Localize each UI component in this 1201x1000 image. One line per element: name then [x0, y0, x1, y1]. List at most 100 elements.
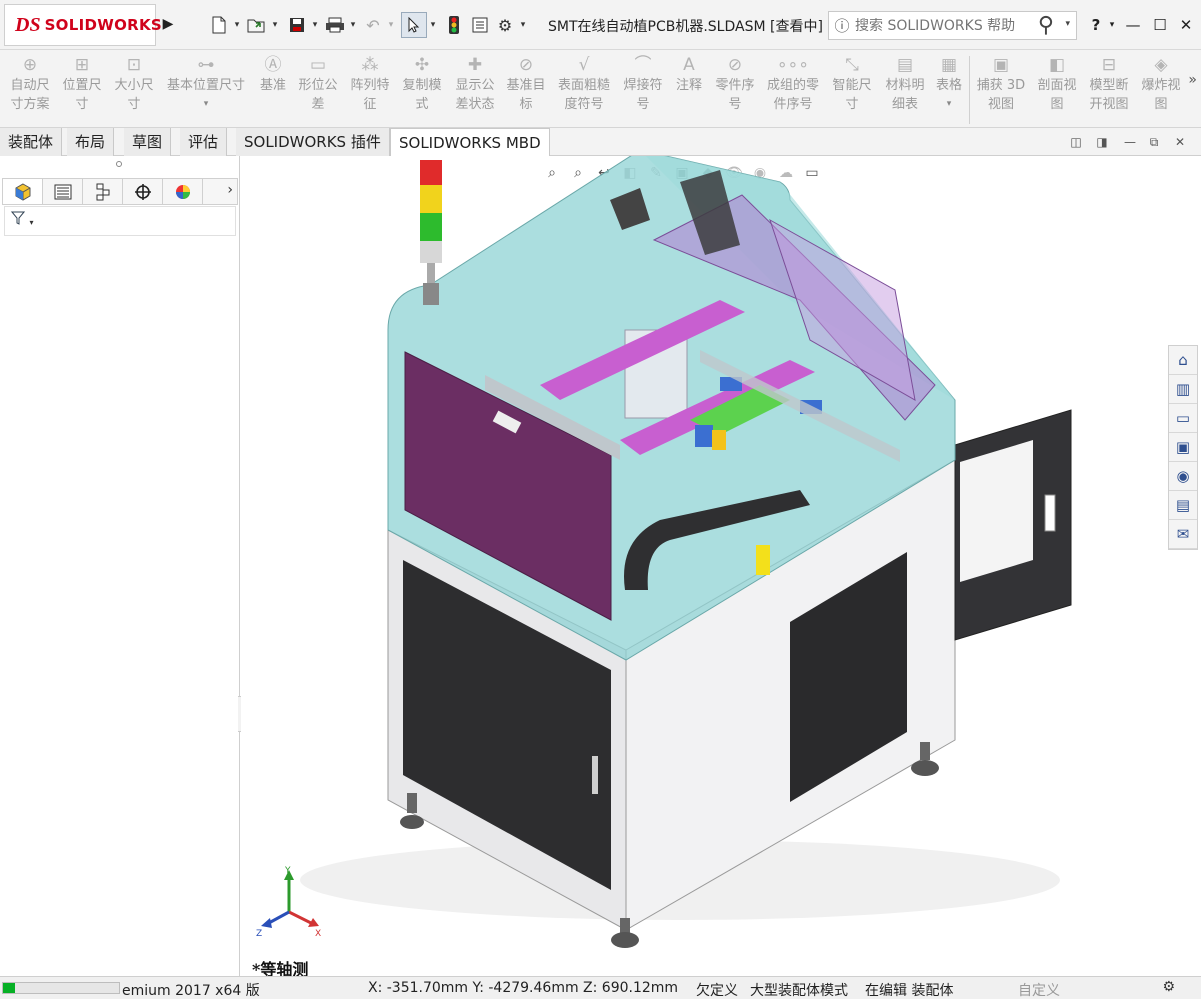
basic-dimension-dropdown-icon[interactable]: ▾: [204, 95, 209, 114]
filter-icon[interactable]: [10, 211, 29, 229]
auto-dimension-scheme-button[interactable]: ⊕ 自动尺 寸方案: [6, 54, 54, 124]
menu-expand-arrow-icon[interactable]: ▶: [160, 12, 176, 36]
tree-filter[interactable]: ▾: [4, 206, 236, 236]
tile-left-icon[interactable]: ◫: [1068, 134, 1084, 150]
display-manager-icon[interactable]: [163, 179, 203, 204]
bill-of-materials-button[interactable]: ▤ 材料明 细表: [880, 54, 930, 124]
doc-minimize-icon[interactable]: —: [1122, 134, 1138, 150]
exploded-view-icon: ◈: [1154, 55, 1168, 75]
triad-y-label: Y: [284, 866, 291, 876]
undo-dropdown-icon[interactable]: ▾: [386, 12, 396, 38]
table-dropdown-icon[interactable]: ▾: [947, 95, 952, 114]
copy-scheme-button[interactable]: ✣ 复制模 式: [398, 54, 446, 124]
options-dropdown-icon[interactable]: ▾: [518, 12, 528, 38]
section-view-button[interactable]: ◧ 剖面视 图: [1032, 54, 1082, 124]
save-icon[interactable]: [284, 12, 310, 38]
close-button[interactable]: ✕: [1174, 12, 1198, 38]
options-gear-icon[interactable]: ⚙: [492, 12, 518, 38]
cursor-coordinates: X: -351.70mm Y: -4279.46mm Z: 690.12mm: [368, 980, 679, 996]
datum-button[interactable]: Ⓐ 基准: [254, 54, 292, 124]
view-palette-icon[interactable]: ▣: [1169, 433, 1197, 462]
exploded-view-button[interactable]: ◈ 爆炸视 图: [1136, 54, 1186, 124]
doc-close-icon[interactable]: ✕: [1172, 134, 1188, 150]
progress-fill: [3, 983, 15, 993]
size-dimension-button[interactable]: ⊡ 大小尺 寸: [110, 54, 158, 124]
tab-evaluate[interactable]: 评估: [180, 128, 228, 156]
smart-dimension-button[interactable]: ⤡ 智能尺 寸: [828, 54, 876, 124]
design-library-icon[interactable]: ▥: [1169, 375, 1197, 404]
file-explorer-icon[interactable]: ▭: [1169, 404, 1197, 433]
tolerance-status-icon: ✚: [467, 55, 483, 75]
select-arrow-icon[interactable]: [401, 12, 427, 38]
tab-layout[interactable]: 布局: [67, 128, 115, 156]
graphics-viewport[interactable]: ⌕ ⌕ ↩ ◧ ✎ ▣ ◆ 👁 ◉ ☁ ▭: [241, 156, 1201, 976]
save-dropdown-icon[interactable]: ▾: [310, 12, 320, 38]
help-search-box[interactable]: ⓘ ⚲ ▾: [828, 11, 1077, 40]
ribbon-more-icon[interactable]: »: [1188, 72, 1197, 88]
bill-of-materials-icon: ▤: [896, 55, 914, 75]
manager-tabs-more-icon[interactable]: ›: [227, 182, 233, 198]
pattern-feature-button[interactable]: ⁂ 阵列特 征: [346, 54, 394, 124]
ribbon-separator: [969, 56, 970, 124]
file-properties-icon[interactable]: [467, 12, 493, 38]
minimize-button[interactable]: —: [1121, 12, 1145, 38]
search-dropdown-icon[interactable]: ▾: [1065, 19, 1070, 29]
home-icon[interactable]: ⌂: [1169, 346, 1197, 375]
undo-icon[interactable]: ↶: [360, 12, 386, 38]
basic-dimension-icon: ⊶: [197, 55, 215, 75]
definition-status: 欠定义: [696, 983, 738, 999]
assembly-model-render[interactable]: [241, 156, 1201, 976]
weld-symbol-button[interactable]: ⌒ 焊接符 号: [618, 54, 668, 124]
feature-manager-icon[interactable]: [3, 179, 43, 204]
command-manager-tabs: 装配体 布局 草图 评估 SOLIDWORKS 插件 SOLIDWORKS MB…: [0, 128, 1201, 157]
help-search-input[interactable]: [855, 17, 1025, 34]
filter-dropdown-icon[interactable]: ▾: [29, 218, 33, 227]
new-dropdown-icon[interactable]: ▾: [232, 12, 242, 38]
product-version: emium 2017 x64 版: [122, 983, 260, 999]
custom-properties-icon[interactable]: ▤: [1169, 491, 1197, 520]
location-dimension-button[interactable]: ⊞ 位置尺 寸: [58, 54, 106, 124]
panel-grip-icon[interactable]: [116, 161, 122, 167]
pattern-feature-icon: ⁂: [361, 55, 379, 75]
model-break-view-button[interactable]: ⊟ 模型断 开视图: [1084, 54, 1134, 124]
select-dropdown-icon[interactable]: ▾: [428, 12, 438, 38]
appearances-icon[interactable]: ◉: [1169, 462, 1197, 491]
geometric-tolerance-button[interactable]: ▭ 形位公 差: [294, 54, 342, 124]
tile-right-icon[interactable]: ◨: [1094, 134, 1110, 150]
print-icon[interactable]: [322, 12, 348, 38]
stacked-balloon-button[interactable]: ∘∘∘ 成组的零 件序号: [762, 54, 824, 124]
search-icon[interactable]: ⚲: [1038, 13, 1054, 38]
show-tolerance-status-button[interactable]: ✚ 显示公 差状态: [450, 54, 500, 124]
balloon-button[interactable]: ⊘ 零件序 号: [710, 54, 760, 124]
task-pane-tabs: ⌂ ▥ ▭ ▣ ◉ ▤ ✉: [1168, 345, 1198, 550]
new-document-icon[interactable]: [206, 12, 232, 38]
model-break-view-icon: ⊟: [1101, 55, 1117, 75]
print-dropdown-icon[interactable]: ▾: [348, 12, 358, 38]
basic-location-dimension-button[interactable]: ⊶ 基本位置尺寸 ▾: [162, 54, 250, 124]
property-manager-icon[interactable]: [43, 179, 83, 204]
capture-3d-view-button[interactable]: ▣ 捕获 3D 视图: [974, 54, 1028, 124]
open-document-icon[interactable]: [244, 12, 270, 38]
tab-assembly[interactable]: 装配体: [0, 128, 63, 156]
note-icon: A: [683, 55, 695, 75]
solidworks-logo[interactable]: DS SOLIDWORKS: [4, 4, 162, 46]
note-button[interactable]: A 注释: [670, 54, 708, 124]
tab-solidworks-mbd[interactable]: SOLIDWORKS MBD: [390, 128, 550, 157]
configuration-manager-icon[interactable]: [83, 179, 123, 204]
customize-status-icon[interactable]: ⚙: [1162, 979, 1175, 995]
table-icon: ▦: [940, 55, 958, 75]
rebuild-traffic-light-icon[interactable]: [441, 12, 467, 38]
doc-restore-icon[interactable]: ⧉: [1146, 134, 1162, 150]
datum-target-button[interactable]: ⊘ 基准目 标: [502, 54, 550, 124]
tab-sketch[interactable]: 草图: [124, 128, 172, 156]
manager-tabs: ›: [2, 178, 238, 205]
surface-finish-button[interactable]: √ 表面粗糙 度符号: [554, 54, 614, 124]
tab-solidworks-addins[interactable]: SOLIDWORKS 插件: [236, 128, 390, 156]
open-dropdown-icon[interactable]: ▾: [270, 12, 280, 38]
unit-system[interactable]: 自定义: [1018, 980, 1060, 1000]
maximize-button[interactable]: ☐: [1148, 12, 1172, 38]
table-button[interactable]: ▦ 表格 ▾: [932, 54, 966, 124]
forum-icon[interactable]: ✉: [1169, 520, 1197, 549]
dimxpert-icon[interactable]: [123, 179, 163, 204]
progress-bar: [2, 982, 120, 994]
